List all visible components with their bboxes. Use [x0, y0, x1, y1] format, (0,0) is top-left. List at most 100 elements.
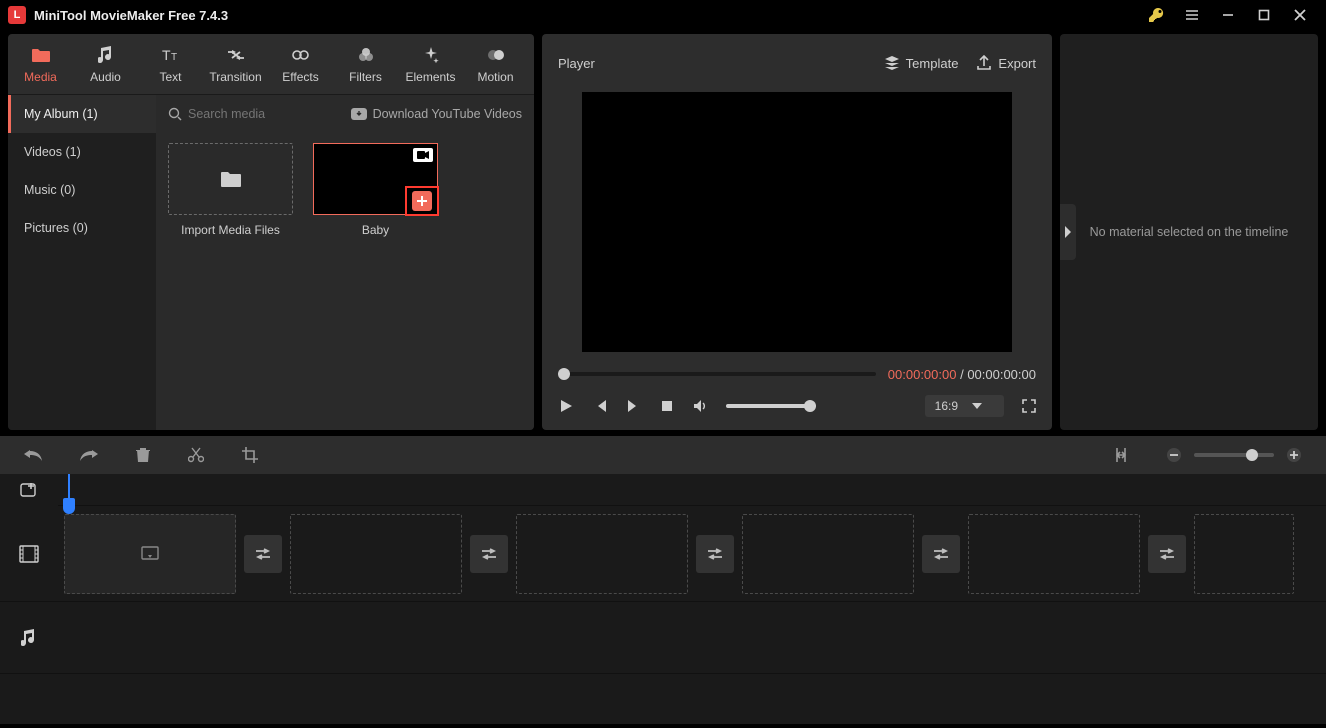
search-wrap [168, 107, 343, 121]
search-icon [168, 107, 182, 121]
volume-icon[interactable] [692, 398, 708, 414]
zoom-slider[interactable] [1194, 453, 1274, 457]
player-seek-track[interactable] [558, 372, 876, 376]
import-media-label: Import Media Files [181, 223, 280, 237]
playhead[interactable] [68, 474, 70, 505]
menu-icon[interactable] [1174, 0, 1210, 30]
media-sidebar: My Album (1) Videos (1) Music (0) Pictur… [8, 95, 156, 430]
transition-slot[interactable] [922, 535, 960, 573]
sidebar-item-label: Pictures (0) [24, 221, 88, 235]
folder-icon [31, 44, 51, 66]
export-label: Export [998, 56, 1036, 71]
timeline-ruler[interactable] [58, 474, 1326, 506]
fit-timeline-button[interactable] [1114, 447, 1128, 463]
template-button[interactable]: Template [884, 55, 959, 71]
audio-track-icon [0, 629, 58, 647]
stop-button[interactable] [660, 399, 674, 413]
video-clips-area[interactable] [58, 514, 1326, 594]
tab-media[interactable]: Media [8, 38, 73, 90]
minimize-button[interactable] [1210, 0, 1246, 30]
player-panel: Player Template Export 00:00:00:00 / 00:… [542, 34, 1052, 430]
license-key-icon[interactable] [1138, 0, 1174, 30]
audio-track [0, 602, 1326, 674]
split-button[interactable] [188, 447, 204, 463]
maximize-button[interactable] [1246, 0, 1282, 30]
transition-slot[interactable] [470, 535, 508, 573]
playhead-handle[interactable] [63, 498, 75, 514]
delete-button[interactable] [136, 447, 150, 463]
video-badge-icon [413, 148, 433, 162]
chevron-down-icon [972, 403, 982, 409]
crop-button[interactable] [242, 447, 258, 463]
clip-placeholder[interactable] [290, 514, 462, 594]
media-clip-thumb[interactable] [313, 143, 438, 215]
sidebar-item-pictures[interactable]: Pictures (0) [8, 209, 156, 247]
text-icon: TT [162, 44, 180, 66]
tab-motion[interactable]: Motion [463, 38, 528, 90]
zoom-out-button[interactable] [1166, 447, 1182, 463]
tab-text-label: Text [159, 70, 181, 84]
play-button[interactable] [558, 398, 574, 414]
time-total: 00:00:00:00 [967, 367, 1036, 382]
clip-placeholder[interactable] [968, 514, 1140, 594]
zoom-knob[interactable] [1246, 449, 1258, 461]
sidebar-item-myalbum[interactable]: My Album (1) [8, 95, 156, 133]
clip-placeholder[interactable] [1194, 514, 1294, 594]
tab-audio[interactable]: Audio [73, 38, 138, 90]
inspector-panel: No material selected on the timeline [1060, 34, 1318, 430]
titlebar: L MiniTool MovieMaker Free 7.4.3 [0, 0, 1326, 30]
timeline [0, 474, 1326, 724]
zoom-in-button[interactable] [1286, 447, 1302, 463]
filters-icon [357, 44, 375, 66]
volume-slider[interactable] [726, 404, 816, 408]
clip-placeholder[interactable] [742, 514, 914, 594]
transition-icon [226, 44, 246, 66]
clip-placeholder[interactable] [64, 514, 236, 594]
folder-icon [219, 169, 243, 189]
tab-media-label: Media [24, 70, 57, 84]
search-input[interactable] [188, 107, 308, 121]
video-track [0, 506, 1326, 602]
music-note-icon [98, 44, 114, 66]
sidebar-item-videos[interactable]: Videos (1) [8, 133, 156, 171]
sidebar-item-music[interactable]: Music (0) [8, 171, 156, 209]
tab-elements[interactable]: Elements [398, 38, 463, 90]
aspect-ratio-select[interactable]: 16:9 [925, 395, 1004, 417]
next-frame-button[interactable] [626, 398, 642, 414]
import-media-card[interactable]: Import Media Files [168, 143, 293, 237]
close-button[interactable] [1282, 0, 1318, 30]
transition-slot[interactable] [696, 535, 734, 573]
add-clip-button[interactable] [412, 191, 432, 211]
player-timecode: 00:00:00:00 / 00:00:00:00 [888, 367, 1036, 382]
tab-elements-label: Elements [405, 70, 455, 84]
transition-slot[interactable] [1148, 535, 1186, 573]
tab-transition-label: Transition [209, 70, 261, 84]
redo-button[interactable] [80, 448, 98, 462]
tab-text[interactable]: TT Text [138, 38, 203, 90]
download-youtube-link[interactable]: Download YouTube Videos [351, 107, 522, 121]
tab-effects[interactable]: Effects [268, 38, 333, 90]
add-track-button[interactable] [0, 474, 58, 506]
tab-transition[interactable]: Transition [203, 38, 268, 90]
video-track-icon [0, 545, 58, 563]
clip-placeholder[interactable] [516, 514, 688, 594]
svg-text:T: T [162, 47, 171, 63]
import-media-box[interactable] [168, 143, 293, 215]
transition-slot[interactable] [244, 535, 282, 573]
seek-knob[interactable] [558, 368, 570, 380]
export-button[interactable]: Export [976, 55, 1036, 71]
media-clip-card[interactable]: Baby [313, 143, 438, 237]
prev-frame-button[interactable] [592, 398, 608, 414]
timeline-toolbar [0, 436, 1326, 474]
tab-filters[interactable]: Filters [333, 38, 398, 90]
svg-text:T: T [171, 52, 177, 63]
sidebar-item-label: Videos (1) [24, 145, 81, 159]
volume-knob[interactable] [804, 400, 816, 412]
media-main: Download YouTube Videos Import Media Fil… [156, 95, 534, 430]
layers-icon [884, 55, 900, 71]
collapse-panel-button[interactable] [1060, 204, 1076, 260]
tab-motion-label: Motion [477, 70, 513, 84]
undo-button[interactable] [24, 448, 42, 462]
player-viewport [582, 92, 1012, 352]
fullscreen-button[interactable] [1022, 399, 1036, 413]
